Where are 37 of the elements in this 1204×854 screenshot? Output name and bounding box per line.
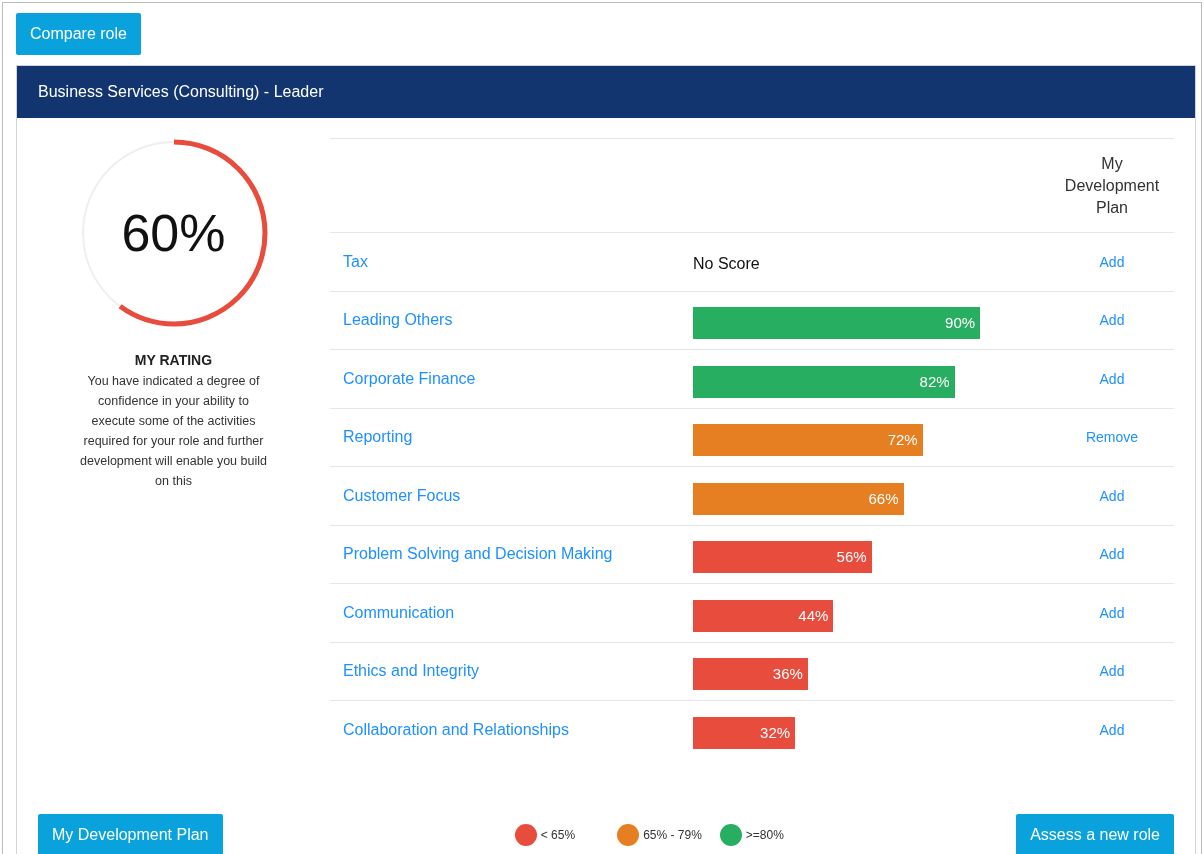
skill-link[interactable]: Corporate Finance	[343, 369, 476, 387]
legend-label: >=80%	[745, 827, 784, 844]
plan-link[interactable]: Add	[1099, 253, 1125, 270]
score-bar: 90%	[693, 307, 981, 340]
skill-link[interactable]: Ethics and Integrity	[343, 662, 480, 680]
plan-link[interactable]: Add	[1099, 546, 1125, 563]
plan-link[interactable]: Add	[1099, 370, 1125, 387]
legend-label: 65% - 79%	[643, 827, 702, 844]
rating-description: You have indicated a degree of confidence in your ability to execute some of the activities required for your role and further development will enable you build on this	[79, 373, 268, 490]
score-bar: 82%	[693, 365, 955, 398]
score-bar: 66%	[693, 482, 904, 515]
skill-link[interactable]: Customer Focus	[343, 486, 461, 504]
skill-link[interactable]: Tax	[343, 252, 368, 270]
score-bar: 56%	[693, 541, 872, 574]
score-text: No Score	[693, 253, 760, 274]
skill-link[interactable]: Collaboration and Relationships	[343, 720, 569, 738]
plan-link[interactable]: Add	[1099, 312, 1125, 329]
rating-heading: MY RATING	[134, 351, 213, 370]
skill-link[interactable]: Reporting	[343, 428, 413, 446]
plan-link[interactable]: Remove	[1085, 429, 1139, 446]
skill-link[interactable]: Problem Solving and Decision Making	[343, 545, 613, 563]
score-bar: 44%	[693, 599, 834, 632]
skill-link[interactable]: Communication	[343, 603, 455, 621]
legend-label: < 65%	[540, 827, 576, 844]
plan-link[interactable]: Add	[1099, 663, 1125, 680]
plan-link[interactable]: Add	[1099, 604, 1125, 621]
column-header: My Development Plan	[1063, 153, 1161, 218]
card-header: Business Services (Consulting) - Leader	[17, 66, 1195, 118]
development-plan-button[interactable]: My Development Plan	[38, 814, 223, 854]
score-bar: 36%	[693, 658, 808, 691]
skill-link[interactable]: Leading Others	[343, 311, 453, 329]
plan-link[interactable]: Add	[1099, 487, 1125, 504]
assess-role-button[interactable]: Assess a new role	[1016, 814, 1174, 854]
score-bar: 72%	[693, 424, 923, 457]
compare-role-button[interactable]: Compare role	[16, 13, 141, 55]
score-bar: 32%	[693, 716, 796, 749]
plan-link[interactable]: Add	[1099, 721, 1125, 738]
